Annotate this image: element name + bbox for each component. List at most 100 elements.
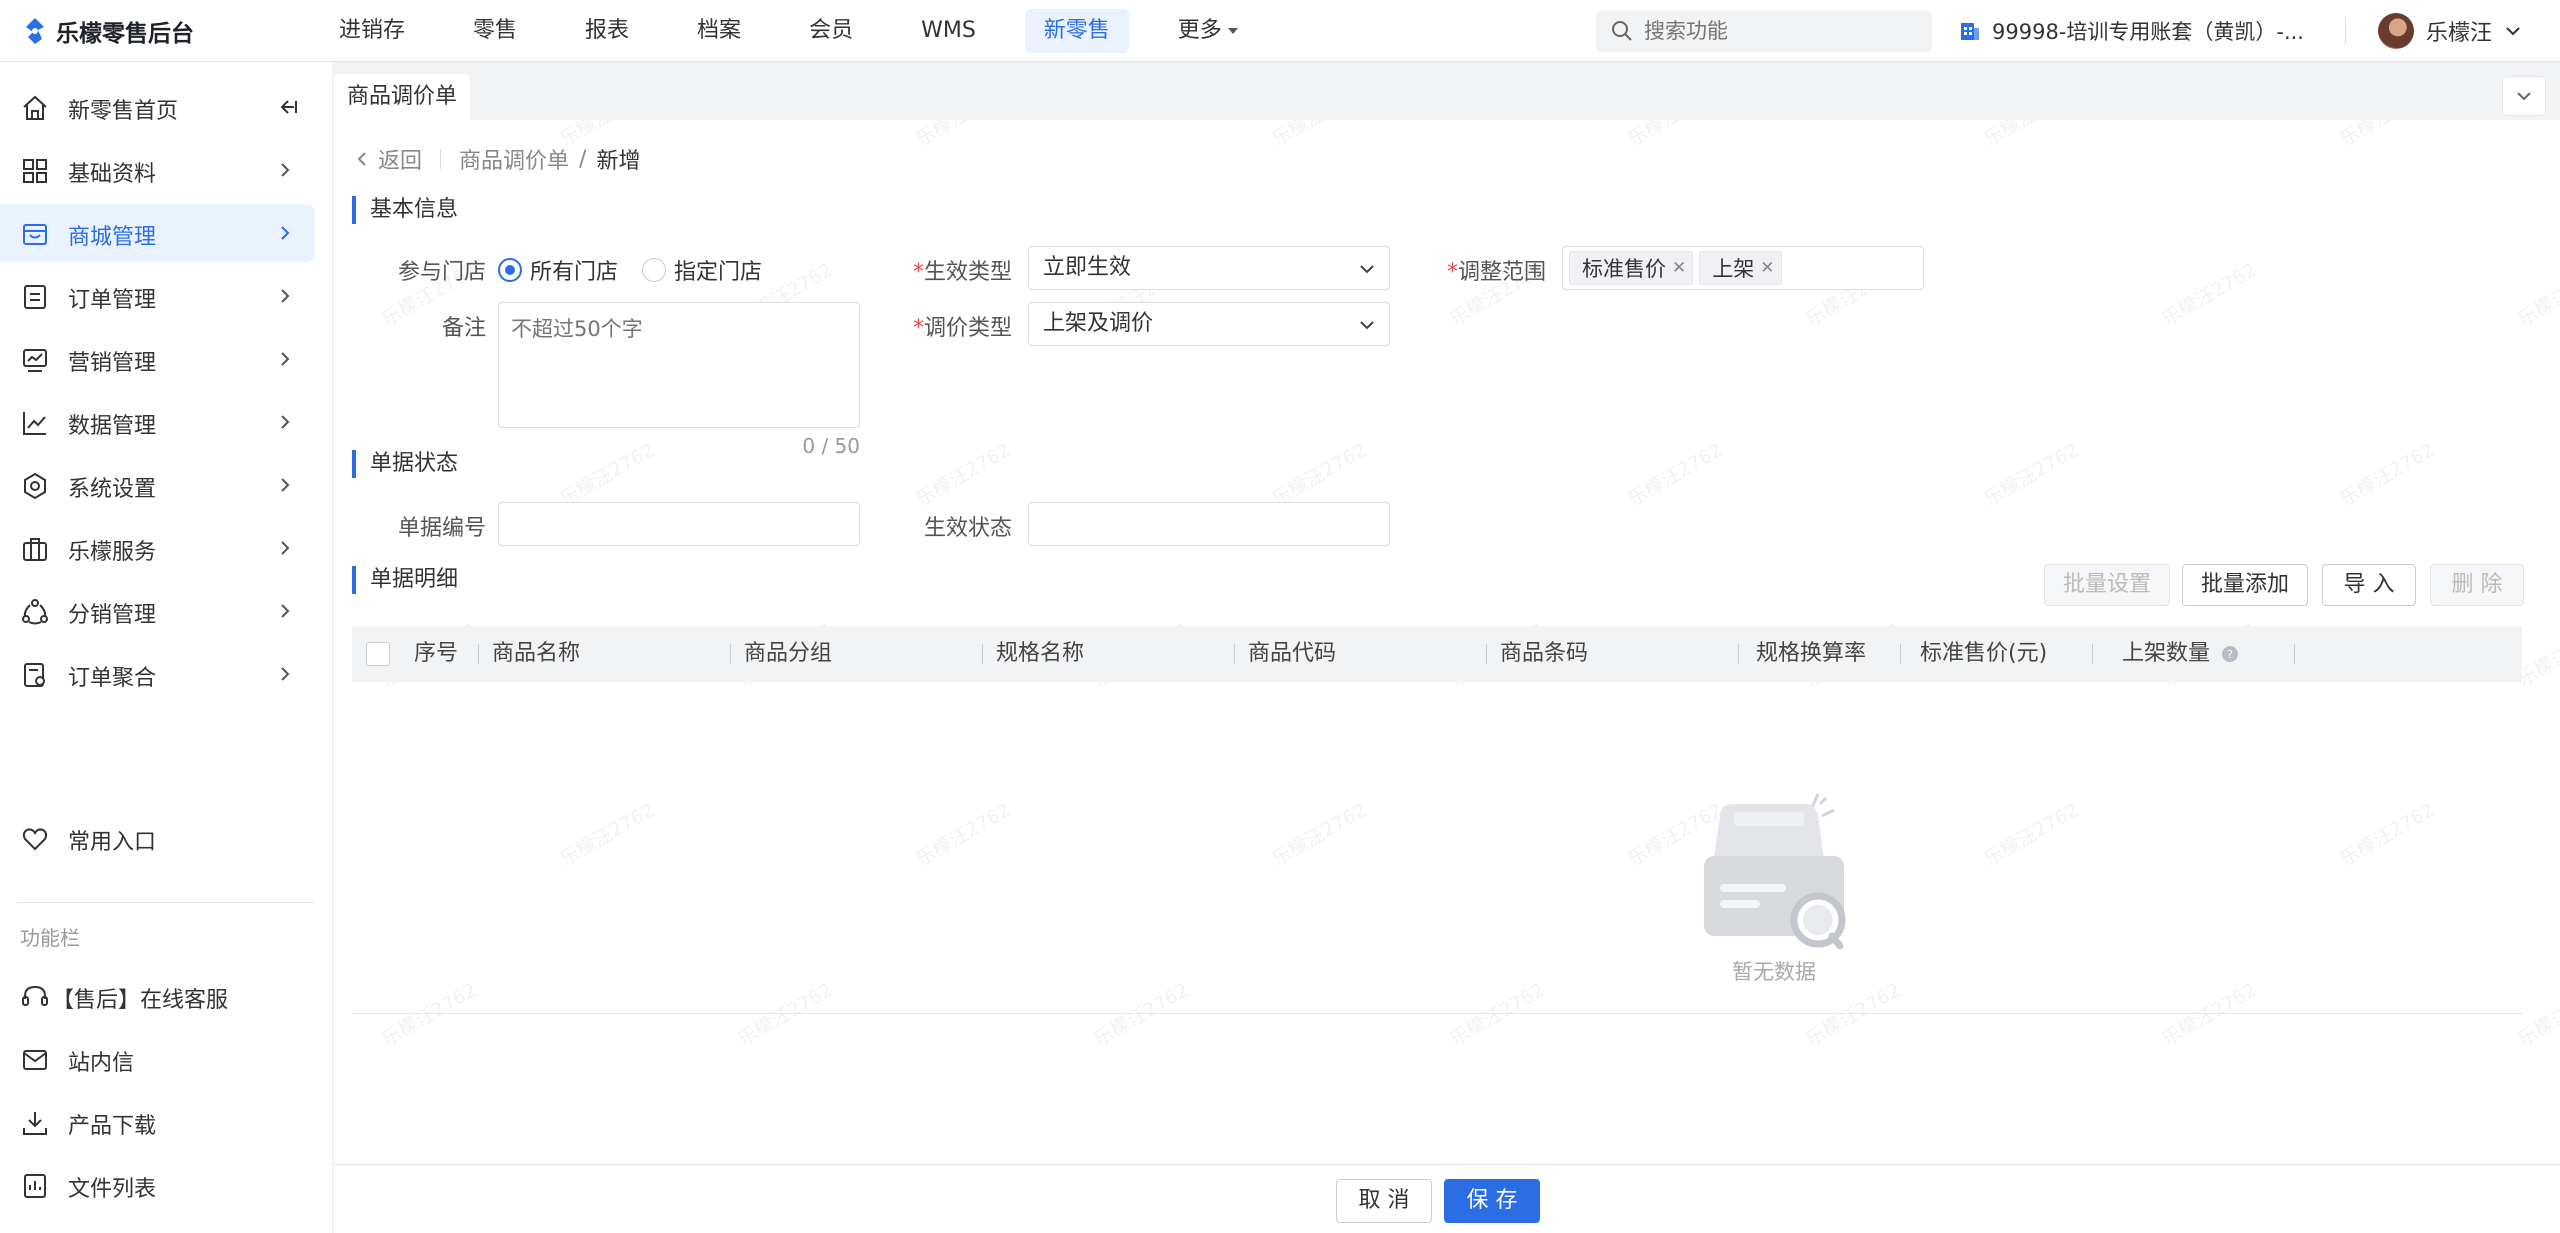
chevron-left-icon <box>357 152 366 166</box>
user-menu[interactable]: 乐檬汪 <box>2378 10 2522 52</box>
nav-item-archives[interactable]: 档案 <box>678 9 760 53</box>
watermark-text: 乐檬汪2762 <box>2514 258 2560 331</box>
batch-add-button[interactable]: 批量添加 <box>2182 564 2308 606</box>
sidebar-item-label: 订单聚合 <box>68 666 157 691</box>
effect-type-label: *生效类型 <box>854 254 1012 286</box>
page-content: 乐檬汪2762 乐檬汪2762 乐檬汪2762 乐檬汪2762 乐檬汪2762 乐檬汪27… <box>334 120 2560 1164</box>
nav-item-reports[interactable]: 报表 <box>566 9 648 53</box>
scope-label-text: 调整范围 <box>1457 260 1546 285</box>
account-switcher[interactable]: 99998-培训专用账套（黄凯）-... <box>1958 10 2304 52</box>
watermark-text: 乐檬汪2762 <box>912 438 1015 511</box>
chevron-right-icon <box>281 352 290 366</box>
close-icon[interactable]: ✕ <box>1672 258 1686 278</box>
close-icon[interactable]: ✕ <box>1760 258 1774 278</box>
column-header-conversion: 规格换算率 <box>1756 641 1867 666</box>
nav-item-new-retail[interactable]: 新零售 <box>1024 9 1129 53</box>
remark-label: 备注 <box>441 316 486 341</box>
radio-all-stores[interactable]: 所有门店 <box>498 254 618 286</box>
column-divider[interactable] <box>478 644 479 664</box>
chevron-right-icon <box>281 226 290 240</box>
effect-status-label: 生效状态 <box>923 516 1012 541</box>
back-link[interactable]: 返回 <box>356 143 422 175</box>
batch-set-button[interactable]: 批量设置 <box>2044 564 2170 606</box>
radio-specific-stores[interactable]: 指定门店 <box>642 254 762 286</box>
chevron-right-icon <box>281 604 290 618</box>
sidebar-item-home[interactable]: 新零售首页 <box>0 78 315 136</box>
column-divider[interactable] <box>730 644 731 664</box>
search-box <box>1596 10 1932 52</box>
sidebar-item-data[interactable]: 数据管理 <box>0 393 315 451</box>
doc-no-field[interactable] <box>498 502 860 546</box>
price-type-select[interactable]: 上架及调价 <box>1028 302 1390 346</box>
price-type-label-text: 调价类型 <box>923 316 1012 341</box>
column-divider[interactable] <box>982 644 983 664</box>
download-icon <box>23 1112 47 1135</box>
breadcrumb-parent[interactable]: 商品调价单 <box>459 143 569 175</box>
help-icon <box>20 1188 50 1218</box>
nav-more-label: 更多 <box>1177 18 1222 43</box>
divider <box>18 902 314 903</box>
sidebar-item-mall[interactable]: 商城管理 <box>0 204 315 262</box>
help-icon[interactable]: ? <box>2221 645 2239 663</box>
sidebar-item-label: 数据管理 <box>68 414 157 439</box>
column-header-code: 商品代码 <box>1248 641 1337 666</box>
column-divider[interactable] <box>2092 644 2093 664</box>
app-logo[interactable]: 乐檬零售后台 <box>22 16 194 47</box>
remark-textarea[interactable] <box>498 302 860 428</box>
cancel-button[interactable]: 取 消 <box>1336 1179 1432 1223</box>
avatar <box>2378 13 2414 49</box>
divider <box>440 149 442 169</box>
empty-box-icon <box>1704 793 1846 950</box>
divider <box>2345 18 2346 44</box>
nav-item-wms[interactable]: WMS <box>902 9 995 53</box>
column-divider[interactable] <box>1900 644 1901 664</box>
sidebar-favorites[interactable]: 常用入口 <box>0 809 315 867</box>
effect-type-select[interactable]: 立即生效 <box>1028 246 1390 290</box>
import-button[interactable]: 导 入 <box>2322 564 2416 606</box>
effect-status-field[interactable] <box>1028 502 1390 546</box>
column-header-group: 商品分组 <box>744 641 833 666</box>
collapse-sidebar-icon[interactable] <box>278 97 298 117</box>
sidebar-item-services[interactable]: 乐檬服务 <box>0 519 315 577</box>
scope-multiselect[interactable]: 标准售价 ✕ 上架 ✕ <box>1562 246 1924 290</box>
chart-icon <box>23 412 46 435</box>
sidebar-item-settings[interactable]: 系统设置 <box>0 456 315 514</box>
scope-tag-listing: 上架 ✕ <box>1699 251 1782 285</box>
breadcrumb-separator: / <box>579 146 587 172</box>
watermark-text: 乐檬汪2762 <box>912 798 1015 871</box>
sidebar-item-basic-data[interactable]: 基础资料 <box>0 141 315 199</box>
column-divider[interactable] <box>2294 644 2295 664</box>
tab-price-adjust[interactable]: 商品调价单 <box>334 74 471 120</box>
marketing-icon <box>23 349 47 372</box>
radio-label: 所有门店 <box>530 260 619 285</box>
radio-dot <box>642 258 666 282</box>
nav-item-retail[interactable]: 零售 <box>454 9 536 53</box>
sidebar-item-orders[interactable]: 订单管理 <box>0 267 315 325</box>
sidebar-item-marketing[interactable]: 营销管理 <box>0 330 315 388</box>
headset-icon <box>22 985 48 1006</box>
column-divider[interactable] <box>1486 644 1487 664</box>
column-divider[interactable] <box>1234 644 1235 664</box>
sidebar-tool-customer-service[interactable]: 【售后】在线客服 <box>0 967 315 1025</box>
grid-icon <box>23 159 47 183</box>
price-type-value: 上架及调价 <box>1043 311 1154 336</box>
save-button[interactable]: 保 存 <box>1444 1179 1540 1223</box>
select-all-checkbox[interactable] <box>366 642 390 666</box>
column-divider[interactable] <box>1738 644 1739 664</box>
nav-item-more[interactable]: 更多 <box>1159 9 1257 53</box>
column-header-name: 商品名称 <box>492 641 581 666</box>
tab-menu-button[interactable] <box>2502 76 2546 116</box>
sidebar-tool-messages[interactable]: 站内信 <box>0 1030 315 1088</box>
sidebar-item-order-aggregate[interactable]: 订单聚合 <box>0 645 315 703</box>
aggregate-icon <box>24 663 45 687</box>
nav-item-members[interactable]: 会员 <box>790 9 872 53</box>
sidebar-item-distribution[interactable]: 分销管理 <box>0 582 315 640</box>
watermark-text: 乐檬汪2762 <box>556 798 659 871</box>
sidebar-tool-download[interactable]: 产品下载 <box>0 1093 315 1151</box>
search-input[interactable] <box>1644 10 1924 52</box>
nav-item-inventory[interactable]: 进销存 <box>320 9 424 53</box>
sidebar-tool-help[interactable] <box>0 1219 315 1233</box>
sidebar: 新零售首页 基础资料 商城管理 订单管理 营销管理 数据管理 系统设置 乐檬服务 <box>0 62 332 1233</box>
tool-label: 产品下载 <box>68 1114 157 1139</box>
delete-button[interactable]: 删 除 <box>2430 564 2524 606</box>
